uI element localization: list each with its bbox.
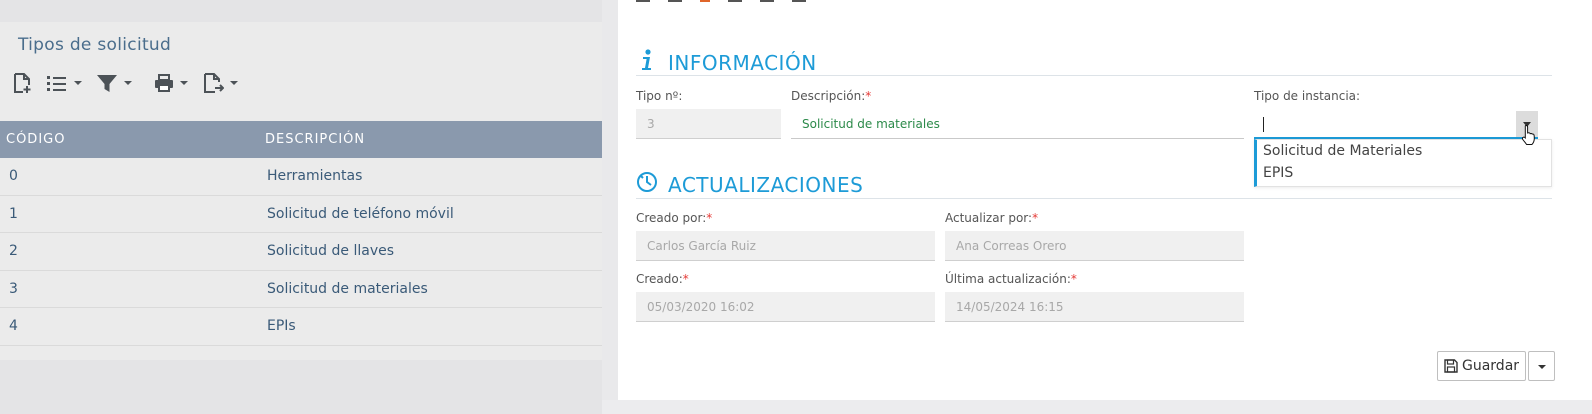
table-row[interactable]: 3 Solicitud de materiales	[0, 271, 612, 308]
cell-codigo: 0	[9, 168, 18, 185]
creado-por-label-wrap: Creado por:*	[636, 211, 712, 225]
print-icon	[154, 73, 174, 93]
table-row[interactable]: 1 Solicitud de teléfono móvil	[0, 196, 612, 233]
list-panel: Tipos de solicitud CÓDIGO DESCRIPCIÓN 0 …	[0, 22, 612, 360]
chevron-down-icon	[124, 81, 132, 85]
toolbar-icon[interactable]	[728, 0, 742, 2]
toolbar-icon[interactable]	[700, 0, 710, 2]
creado-por-field[interactable]: Carlos García Ruiz	[636, 231, 935, 261]
updates-section-header: ACTUALIZACIONES	[636, 171, 863, 198]
types-table: CÓDIGO DESCRIPCIÓN 0 Herramientas 1 Soli…	[0, 121, 612, 346]
ultima-label-wrap: Última actualización:*	[945, 272, 1077, 286]
page-title: Tipos de solicitud	[18, 35, 172, 55]
ultima-field[interactable]: 14/05/2024 16:15	[945, 292, 1244, 322]
required-mark: *	[706, 211, 713, 225]
toolbar-icon[interactable]	[668, 0, 682, 2]
section-divider	[636, 75, 1552, 76]
cell-descripcion: Solicitud de llaves	[267, 243, 395, 260]
filter-icon	[96, 73, 118, 93]
dropdown-option[interactable]: EPIS	[1257, 162, 1551, 184]
instancia-label: Tipo de instancia:	[1254, 89, 1361, 103]
column-header-descripcion[interactable]: DESCRIPCIÓN	[265, 132, 365, 147]
save-label: Guardar	[1462, 358, 1520, 374]
ultima-label: Última actualización:	[945, 272, 1071, 286]
chevron-down-icon	[230, 81, 238, 85]
actualizar-por-label: Actualizar por:	[945, 211, 1033, 225]
list-icon	[46, 73, 68, 93]
list-toolbar	[12, 72, 252, 94]
cell-descripcion: EPIs	[267, 318, 296, 335]
required-mark: *	[1032, 211, 1039, 225]
save-group: Guardar	[1437, 351, 1556, 381]
table-row[interactable]: 0 Herramientas	[0, 158, 612, 196]
chevron-down-icon	[74, 81, 82, 85]
new-button[interactable]	[12, 72, 32, 94]
toolbar-icon[interactable]	[760, 0, 774, 2]
descripcion-label-wrap: Descripción:*	[791, 89, 871, 103]
instancia-select[interactable]	[1254, 109, 1538, 139]
list-view-button[interactable]	[46, 73, 82, 93]
cell-codigo: 4	[9, 318, 18, 335]
save-options-button[interactable]	[1528, 351, 1556, 381]
form-top-toolbar	[636, 0, 806, 2]
creado-label-wrap: Creado:*	[636, 272, 689, 286]
print-button[interactable]	[154, 73, 188, 93]
table-row[interactable]: 2 Solicitud de llaves	[0, 233, 612, 271]
info-section-title: INFORMACIÓN	[668, 50, 817, 75]
save-icon	[1444, 359, 1458, 373]
required-mark: *	[1070, 272, 1077, 286]
creado-field[interactable]: 05/03/2020 16:02	[636, 292, 935, 322]
table-row[interactable]: 4 EPIs	[0, 308, 612, 346]
descripcion-label: Descripción:	[791, 89, 866, 103]
filter-button[interactable]	[96, 73, 132, 93]
save-button[interactable]: Guardar	[1437, 351, 1527, 381]
required-mark: *	[682, 272, 689, 286]
cell-codigo: 2	[9, 243, 18, 260]
column-header-codigo[interactable]: CÓDIGO	[0, 132, 265, 147]
clock-icon	[636, 171, 658, 198]
descripcion-field[interactable]: Solicitud de materiales	[791, 109, 1244, 139]
creado-label: Creado:	[636, 272, 683, 286]
cell-codigo: 3	[9, 280, 18, 297]
tipo-field[interactable]: 3	[636, 109, 781, 139]
creado-por-label: Creado por:	[636, 211, 707, 225]
export-button[interactable]	[202, 72, 238, 94]
dropdown-option[interactable]: Solicitud de Materiales	[1257, 140, 1551, 162]
form-panel-edge	[602, 0, 618, 414]
chevron-down-icon	[180, 81, 188, 85]
actualizar-por-label-wrap: Actualizar por:*	[945, 211, 1038, 225]
updates-section-title: ACTUALIZACIONES	[668, 172, 864, 197]
cell-descripcion: Herramientas	[267, 168, 363, 185]
hand-cursor-icon	[1521, 124, 1537, 150]
info-icon	[638, 48, 656, 77]
tipo-label: Tipo nº:	[636, 89, 683, 103]
toolbar-icon[interactable]	[636, 0, 650, 2]
toolbar-icon[interactable]	[792, 0, 806, 2]
text-caret	[1263, 117, 1264, 132]
actualizar-por-field[interactable]: Ana Correas Orero	[945, 231, 1244, 261]
cell-descripcion: Solicitud de teléfono móvil	[267, 205, 454, 222]
required-mark: *	[865, 89, 872, 103]
section-divider	[636, 198, 1552, 199]
info-section-header: INFORMACIÓN	[638, 48, 817, 77]
new-document-icon	[12, 72, 32, 94]
instancia-dropdown: Solicitud de Materiales EPIS	[1254, 139, 1552, 187]
form-footer-strip	[602, 400, 1592, 414]
table-header: CÓDIGO DESCRIPCIÓN	[0, 121, 612, 158]
cell-descripcion: Solicitud de materiales	[267, 280, 428, 297]
cell-codigo: 1	[9, 205, 18, 222]
export-icon	[202, 72, 224, 94]
